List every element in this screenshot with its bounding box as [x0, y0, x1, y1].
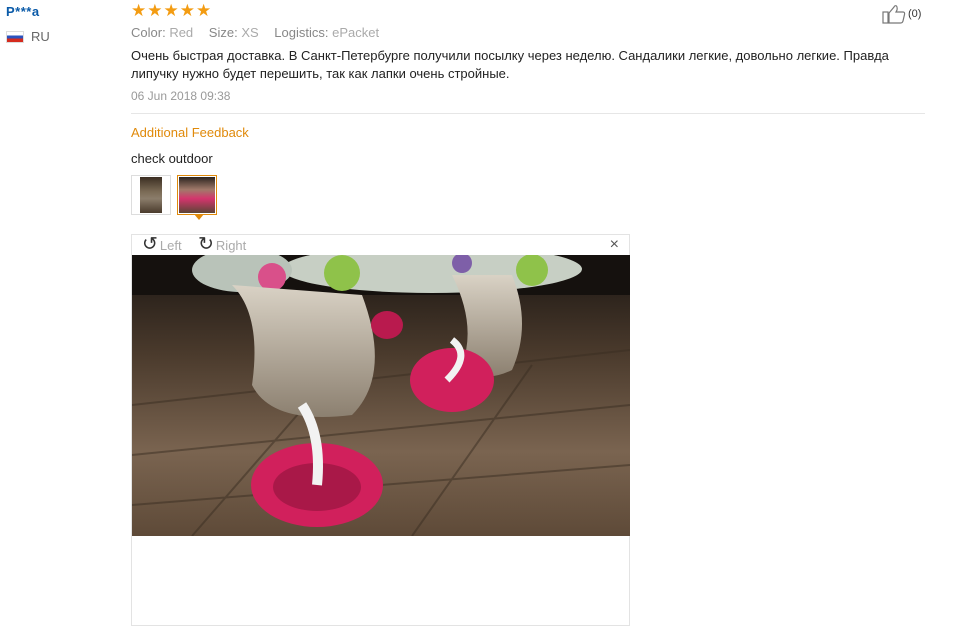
divider — [131, 113, 925, 114]
logistics-label: Logistics: — [274, 25, 329, 40]
review-body: ★★★★★ Color: Red Size: XS Logistics: ePa… — [131, 1, 925, 220]
product-attributes: Color: Red Size: XS Logistics: ePacket — [131, 25, 925, 40]
star-rating: ★★★★★ — [131, 1, 213, 20]
logistics-value: ePacket — [332, 25, 380, 40]
photo-thumbnail-1[interactable] — [131, 175, 171, 215]
reviewer-country: RU — [6, 29, 116, 44]
size-value: XS — [241, 25, 259, 40]
rotate-right-icon: ↻ — [198, 234, 214, 255]
additional-feedback-title: Additional Feedback — [131, 125, 249, 140]
photo-thumbnails — [131, 175, 925, 220]
photo-thumbnail-2[interactable] — [177, 175, 217, 220]
photo-viewer: ↺ Left ↻ Right × — [131, 234, 630, 626]
rotate-left-icon: ↺ — [142, 234, 158, 255]
rotate-right-label: Right — [215, 237, 247, 253]
review-date: 06 Jun 2018 09:38 — [131, 89, 231, 103]
color-label: Color: — [131, 25, 166, 40]
rotate-right-button[interactable]: ↻ Right — [198, 234, 247, 255]
russia-flag-icon — [6, 30, 24, 43]
viewer-toolbar: ↺ Left ↻ Right × — [132, 235, 629, 255]
close-button[interactable]: × — [610, 236, 619, 254]
selected-indicator — [194, 214, 204, 220]
rotate-left-button[interactable]: ↺ Left — [142, 234, 182, 255]
dog-sandals-photo — [132, 255, 630, 536]
reviewer-info: P***a RU — [6, 4, 116, 44]
sandals-photo-thumbnail — [179, 177, 215, 213]
review-photo — [132, 255, 630, 536]
country-code: RU — [31, 29, 50, 44]
color-value: Red — [169, 25, 194, 40]
additional-feedback-text: check outdoor — [131, 151, 213, 166]
review-text: Очень быстрая доставка. В Санкт-Петербур… — [131, 48, 889, 81]
dog-photo-thumbnail — [140, 177, 162, 213]
size-label: Size: — [208, 25, 238, 40]
reviewer-name: P***a — [6, 4, 40, 19]
rotate-left-label: Left — [159, 237, 182, 253]
